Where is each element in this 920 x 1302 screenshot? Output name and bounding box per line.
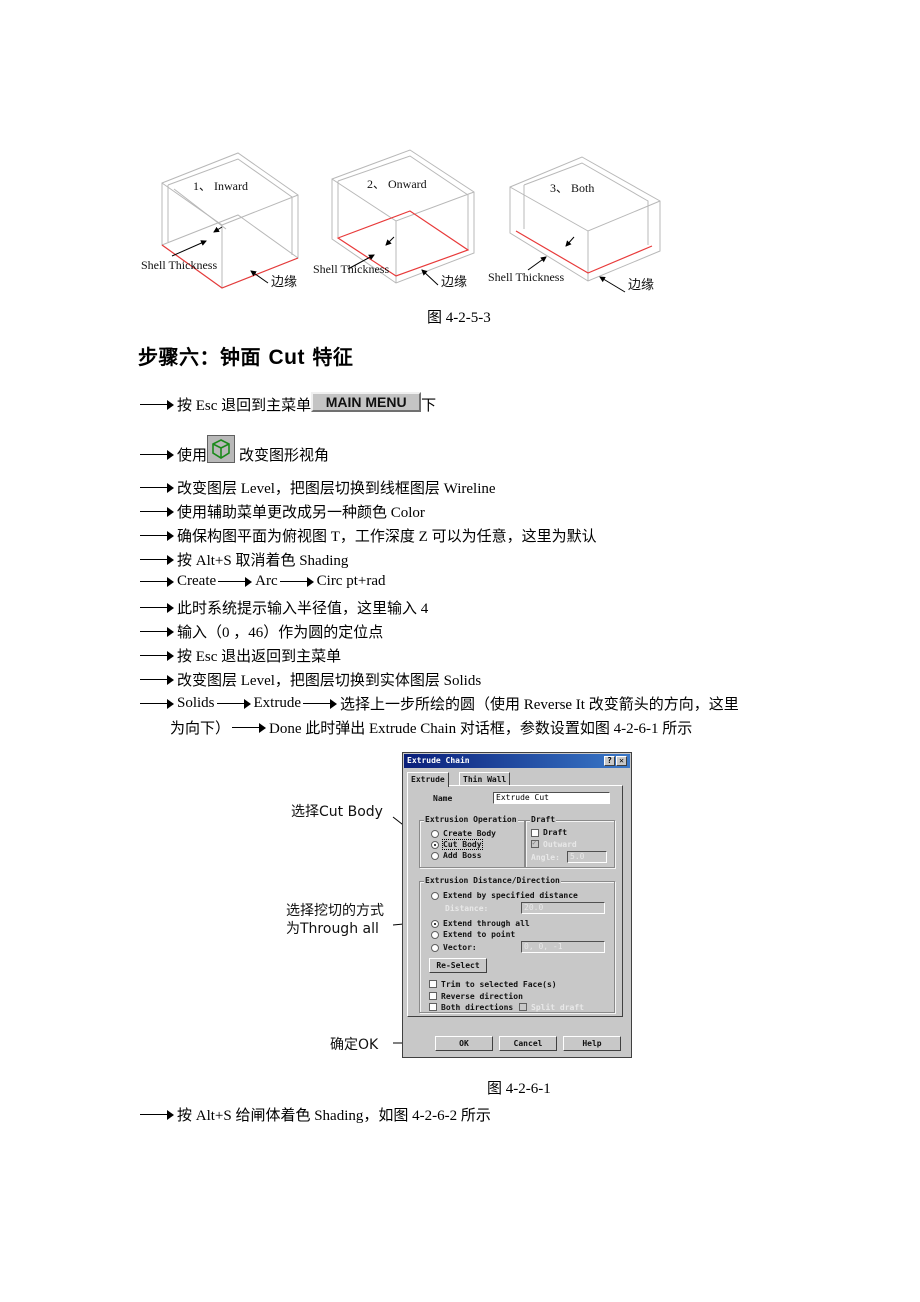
arrow-icon <box>140 554 174 565</box>
extend-to-point-label: Extend to point <box>443 930 516 939</box>
arrow-icon <box>140 1109 174 1120</box>
step-item: Solids Extrude 选择上一步所绘的圆（使用 Reverse It 改… <box>140 693 739 714</box>
arrow-icon <box>140 576 174 587</box>
shell-direction-figure: 1、 Inward 2、 Onward 3、 Both Shell Thickn… <box>138 145 668 295</box>
cut-body-label: Cut Body <box>442 839 483 850</box>
split-draft-checkbox[interactable] <box>519 1003 527 1011</box>
thickness-label: Shell Thickness <box>141 258 217 272</box>
step-item: 改变图层 Level，把图层切换到实体图层 Solids <box>140 669 481 690</box>
draft-label: Draft <box>543 828 568 837</box>
tab-extrude[interactable]: Extrude <box>407 772 449 787</box>
arrow-icon <box>218 576 253 587</box>
distance-input[interactable]: 20.0 <box>521 902 605 914</box>
radio-cut-body[interactable] <box>431 841 439 849</box>
arrow-icon <box>140 530 174 541</box>
extend-through-all-label: Extend through all <box>443 919 530 928</box>
shell-boxes-diagram: 1、 Inward 2、 Onward 3、 Both Shell Thickn… <box>141 149 661 293</box>
reselect-button[interactable]: Re-Select <box>429 958 487 973</box>
thickness-label: Shell Thickness <box>313 262 389 276</box>
angle-input[interactable]: 5.0 <box>567 851 607 863</box>
step-item: 按 Alt+S 给闸体着色 Shading，如图 4-2-6-2 所示 <box>140 1104 491 1125</box>
outward-label: Outward <box>543 840 577 849</box>
section-heading: 步骤六：钟面 Cut 特征 <box>138 345 354 369</box>
radio-create-body[interactable] <box>431 830 439 838</box>
panel-label-onward: 2、 Onward <box>367 177 427 191</box>
arrow-icon <box>140 674 174 685</box>
step-item: 按 Alt+S 取消着色 Shading <box>140 549 348 570</box>
angle-label: Angle: <box>531 853 560 862</box>
radio-extend-through-all[interactable] <box>431 920 439 928</box>
arrow-icon <box>140 506 174 517</box>
step-item: 改变图层 Level，把图层切换到线框图层 Wireline <box>140 477 496 498</box>
help-icon[interactable]: ? <box>604 756 615 766</box>
callout-through-all: 选择挖切的方式 <box>286 903 384 919</box>
add-boss-label: Add Boss <box>443 851 482 860</box>
arrow-icon <box>140 482 174 493</box>
edge-label: 边缘 <box>441 275 467 290</box>
name-input[interactable]: Extrude Cut <box>493 792 610 804</box>
panel-label-inward: 1、 Inward <box>193 179 248 193</box>
reverse-direction-label: Reverse direction <box>441 992 523 1001</box>
step-item: Create Arc Circ pt+rad <box>140 573 386 590</box>
draft-checkbox[interactable] <box>531 829 539 837</box>
close-icon[interactable]: ✕ <box>616 756 627 766</box>
name-label: Name <box>433 794 453 803</box>
step-item: 使用辅助菜单更改成另一种颜色 Color <box>140 501 425 522</box>
panel-label-both: 3、 Both <box>550 181 594 195</box>
arrow-icon <box>279 576 314 587</box>
vector-label: Vector: <box>443 943 477 952</box>
step-item: 按 Esc 退回到主菜单 MAIN MENU 下 <box>140 391 436 415</box>
arrow-icon <box>140 698 174 709</box>
cancel-button[interactable]: Cancel <box>499 1036 557 1051</box>
box-both <box>509 156 661 282</box>
edge-label: 边缘 <box>271 275 297 290</box>
callout-ok: 确定OK <box>330 1037 379 1053</box>
thickness-label: Shell Thickness <box>488 270 564 284</box>
step-item: 此时系统提示输入半径值，这里输入 4 <box>140 597 428 618</box>
arrow-icon <box>140 626 174 637</box>
arrow-icon <box>140 399 174 410</box>
radio-vector[interactable] <box>431 944 439 952</box>
arrow-icon <box>140 602 174 613</box>
radio-extend-to-point[interactable] <box>431 931 439 939</box>
figure-caption: 图 4-2-5-3 <box>427 310 491 326</box>
extend-distance-label: Extend by specified distance <box>443 891 578 900</box>
main-menu-button[interactable]: MAIN MENU <box>311 391 422 412</box>
callout-cut-body: 选择Cut Body <box>291 804 383 820</box>
dialog-titlebar[interactable]: Extrude Chain ? ✕ <box>404 754 630 768</box>
radio-add-boss[interactable] <box>431 852 439 860</box>
help-button[interactable]: Help <box>563 1036 621 1051</box>
callout-through-all: 为Through all <box>286 921 379 937</box>
trim-faces-label: Trim to selected Face(s) <box>441 980 557 989</box>
both-directions-checkbox[interactable] <box>429 1003 437 1011</box>
radio-extend-distance[interactable] <box>431 892 439 900</box>
edge-label: 边缘 <box>628 278 654 293</box>
ok-button[interactable]: OK <box>435 1036 493 1051</box>
step-item: 确保构图平面为俯视图 T，工作深度 Z 可以为任意，这里为默认 <box>140 525 597 546</box>
step-item: 输入（0 ，46）作为圆的定位点 <box>140 621 383 642</box>
step-item: 按 Esc 退出返回到主菜单 <box>140 645 341 666</box>
tab-thin-wall[interactable]: Thin Wall <box>459 772 511 786</box>
both-directions-label: Both directions <box>441 1003 514 1012</box>
arrow-icon <box>232 722 267 733</box>
arrow-icon <box>303 698 337 709</box>
vector-input[interactable]: 0, 0, -1 <box>521 941 605 953</box>
distance-label: Distance: <box>445 904 489 913</box>
step-item: 使用 改变图形视角 <box>140 434 329 465</box>
figure-caption: 图 4-2-6-1 <box>487 1081 551 1097</box>
step-continuation: 为向下） Done 此时弹出 Extrude Chain 对话框，参数设置如图 … <box>170 721 693 737</box>
dialog-title: Extrude Chain <box>407 756 470 765</box>
outward-checkbox[interactable] <box>531 838 539 848</box>
reverse-direction-checkbox[interactable] <box>429 992 437 1000</box>
split-draft-label: Split draft <box>531 1003 584 1012</box>
view-cube-icon[interactable] <box>207 434 236 463</box>
arrow-icon <box>140 650 174 661</box>
trim-faces-checkbox[interactable] <box>429 980 437 988</box>
extrude-chain-dialog: Extrude Chain ? ✕ Extrude Thin Wall Name… <box>402 752 632 1058</box>
arrow-icon <box>216 698 251 709</box>
arrow-icon <box>140 449 174 460</box>
create-body-label: Create Body <box>443 829 496 838</box>
